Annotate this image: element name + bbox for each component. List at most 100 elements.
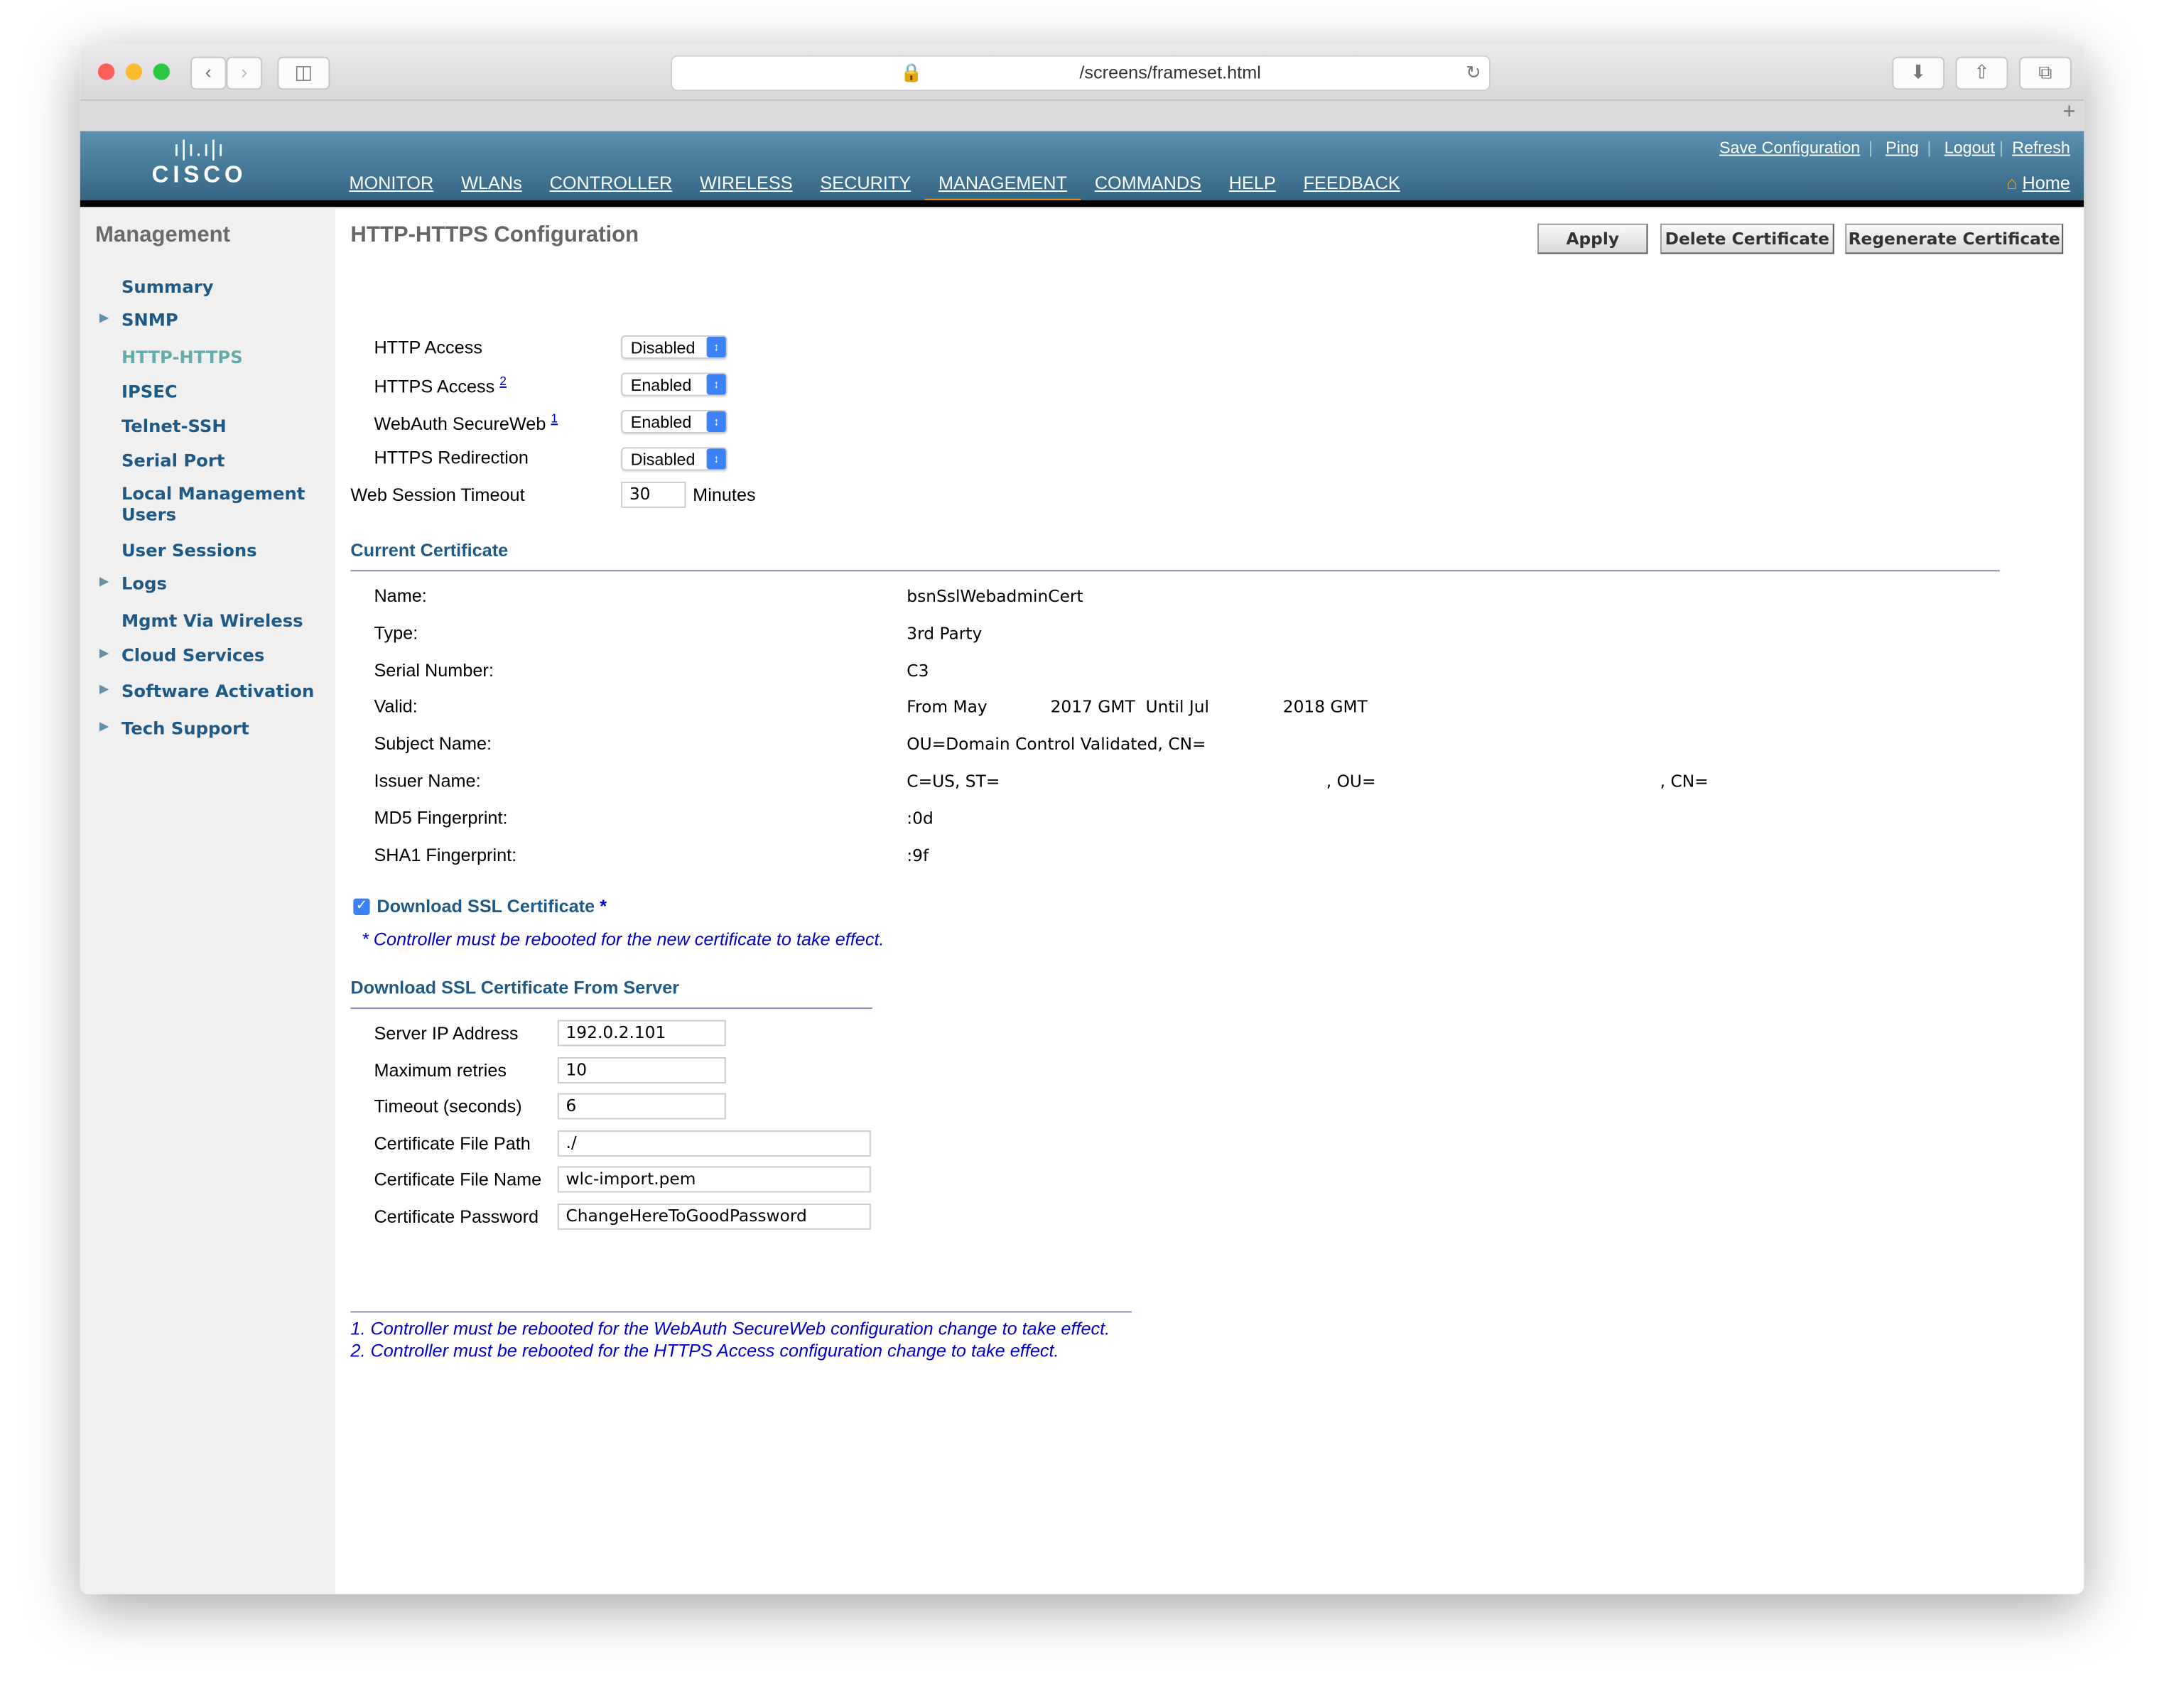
reboot-note: * Controller must be rebooted for the ne… (361, 929, 884, 950)
server-field-label: Timeout (seconds) (374, 1096, 522, 1117)
nav-wlans[interactable]: WLANs (461, 173, 522, 193)
sidebar-item-serial-port[interactable]: Serial Port (121, 450, 224, 470)
sidebar-item-summary[interactable]: Summary (121, 276, 214, 297)
address-bar[interactable]: 🔒 /screens/frameset.html ↻ (671, 55, 1491, 92)
cisco-logo: ı|ı.ı|ı CISCO (151, 138, 247, 188)
share-icon[interactable]: ⇧ (1955, 56, 2008, 90)
header-divider (80, 200, 2084, 207)
sidebar-icon[interactable]: ◫ (277, 56, 330, 90)
zoom-window-icon[interactable] (153, 63, 170, 80)
cert-field-label: Subject Name: (374, 733, 492, 755)
expand-icon[interactable]: ▶ (99, 720, 109, 734)
close-window-icon[interactable] (97, 63, 115, 80)
cert-field-value: OU=Domain Control Validated, CN= (907, 734, 1206, 755)
nav-management[interactable]: MANAGEMENT (924, 173, 1081, 206)
cert-field-value: 3rd Party (907, 623, 983, 643)
main-content: HTTP-HTTPS Configuration Apply Delete Ce… (335, 207, 2084, 1594)
footnote-ref[interactable]: 2 (499, 374, 507, 387)
server-field-input[interactable]: 6 (557, 1093, 726, 1120)
sidebar-item-snmp[interactable]: ▶ SNMP (99, 309, 178, 330)
back-icon[interactable]: ‹ (190, 56, 227, 90)
webauth-secureweb-select[interactable]: Enabled ↕ (621, 409, 727, 433)
logout-link[interactable]: Logout (1944, 138, 1995, 157)
sidebar-item-cloud-services[interactable]: ▶ Cloud Services (99, 644, 264, 665)
sidebar-title: Management (95, 223, 231, 247)
sidebar-item-http-https[interactable]: HTTP-HTTPS (121, 347, 243, 367)
section-divider (350, 1007, 872, 1010)
nav-feedback[interactable]: FEEDBACK (1304, 173, 1400, 193)
download-ssl-checkbox[interactable]: ✓ (353, 898, 370, 915)
footnote-2: 2. Controller must be rebooted for the H… (350, 1340, 1059, 1361)
main-nav: MONITOR WLANs CONTROLLER WIRELESS SECURI… (349, 173, 1427, 206)
select-arrows-icon: ↕ (706, 336, 726, 358)
reload-icon[interactable]: ↻ (1466, 57, 1481, 90)
sidebar-item-local-management-users[interactable]: Local Management Users (121, 483, 315, 524)
nav-commands[interactable]: COMMANDS (1095, 173, 1201, 193)
https-access-select[interactable]: Enabled ↕ (621, 372, 727, 396)
expand-icon[interactable]: ▶ (99, 683, 109, 697)
nav-controller[interactable]: CONTROLLER (550, 173, 673, 193)
home-link[interactable]: ⌂ Home (2006, 173, 2070, 193)
download-icon[interactable]: ⬇ (1892, 56, 1945, 90)
expand-icon[interactable]: ▶ (99, 312, 109, 325)
footnote-1: 1. Controller must be rebooted for the W… (350, 1318, 1110, 1339)
server-field-input[interactable]: ChangeHereToGoodPassword (557, 1203, 871, 1230)
web-session-timeout-label: Web Session Timeout (350, 484, 525, 505)
home-label[interactable]: Home (2023, 173, 2070, 193)
cert-field-label: Name: (374, 585, 427, 606)
nav-monitor[interactable]: MONITOR (349, 173, 433, 193)
cert-field-label: Type: (374, 622, 418, 643)
server-field-label: Certificate File Name (374, 1169, 542, 1191)
sidebar-item-logs[interactable]: ▶ Logs (99, 573, 167, 593)
cert-field-value: C3 (907, 660, 929, 680)
save-configuration-link[interactable]: Save Configuration (1719, 138, 1860, 157)
delete-certificate-button[interactable]: Delete Certificate (1660, 223, 1834, 254)
apply-button[interactable]: Apply (1537, 223, 1648, 254)
nav-wireless[interactable]: WIRELESS (700, 173, 793, 193)
expand-icon[interactable]: ▶ (99, 575, 109, 589)
minutes-label: Minutes (693, 484, 756, 505)
new-tab-icon[interactable]: + (2063, 101, 2076, 126)
cert-field-value: C=US, ST= , OU= , CN= (907, 771, 1709, 791)
ping-link[interactable]: Ping (1886, 138, 1919, 157)
cert-field-value: bsnSslWebadminCert (907, 586, 1083, 606)
footnote-ref[interactable]: 1 (551, 411, 558, 425)
download-ssl-label: Download SSL Certificate * (377, 895, 607, 917)
home-icon: ⌂ (2006, 172, 2018, 193)
tabs-icon[interactable]: ⧉ (2019, 56, 2072, 90)
nav-help[interactable]: HELP (1229, 173, 1276, 193)
http-access-select[interactable]: Disabled ↕ (621, 335, 727, 360)
sidebar-item-telnet-ssh[interactable]: Telnet-SSH (121, 416, 227, 436)
forward-icon[interactable]: › (226, 56, 263, 90)
server-field-input[interactable]: wlc-import.pem (557, 1167, 871, 1194)
cert-field-label: SHA1 Fingerprint: (374, 844, 517, 865)
minimize-window-icon[interactable] (125, 63, 143, 80)
tab-bar: + (80, 100, 2084, 133)
select-arrows-icon: ↕ (706, 374, 726, 395)
refresh-link[interactable]: Refresh (2012, 138, 2070, 157)
server-field-input[interactable]: 192.0.2.101 (557, 1020, 726, 1047)
regenerate-certificate-button[interactable]: Regenerate Certificate (1845, 223, 2064, 254)
nav-security[interactable]: SECURITY (820, 173, 911, 193)
expand-icon[interactable]: ▶ (99, 647, 109, 661)
url-text: /screens/frameset.html (1079, 62, 1261, 83)
sidebar-item-software-activation[interactable]: ▶ Software Activation (99, 681, 314, 701)
current-certificate-heading: Current Certificate (350, 539, 509, 561)
https-redirection-select[interactable]: Disabled ↕ (621, 447, 727, 471)
https-access-label: HTTPS Access 2 (374, 374, 507, 397)
sidebar-item-mgmt-via-wireless[interactable]: Mgmt Via Wireless (121, 610, 303, 631)
sidebar-item-user-sessions[interactable]: User Sessions (121, 540, 257, 561)
lock-icon: 🔒 (900, 62, 923, 83)
server-field-input[interactable]: 10 (557, 1056, 726, 1083)
footnote-divider (350, 1311, 1132, 1313)
browser-titlebar: ‹ › ◫ 🔒 /screens/frameset.html ↻ ⬇ ⇧ ⧉ (80, 44, 2084, 101)
sidebar-item-tech-support[interactable]: ▶ Tech Support (99, 718, 249, 738)
sidebar: Management Summary ▶ SNMP HTTP-HTTPS IPSE… (80, 207, 336, 1594)
top-links: Save Configuration | Ping | Logout | Refres… (1719, 138, 2070, 158)
webauth-secureweb-label: WebAuth SecureWeb 1 (374, 411, 558, 434)
web-session-timeout-input[interactable]: 30 (621, 481, 686, 508)
cert-field-label: Serial Number: (374, 659, 494, 680)
server-field-input[interactable]: ./ (557, 1130, 871, 1157)
server-field-label: Maximum retries (374, 1059, 507, 1081)
sidebar-item-ipsec[interactable]: IPSEC (121, 381, 178, 401)
